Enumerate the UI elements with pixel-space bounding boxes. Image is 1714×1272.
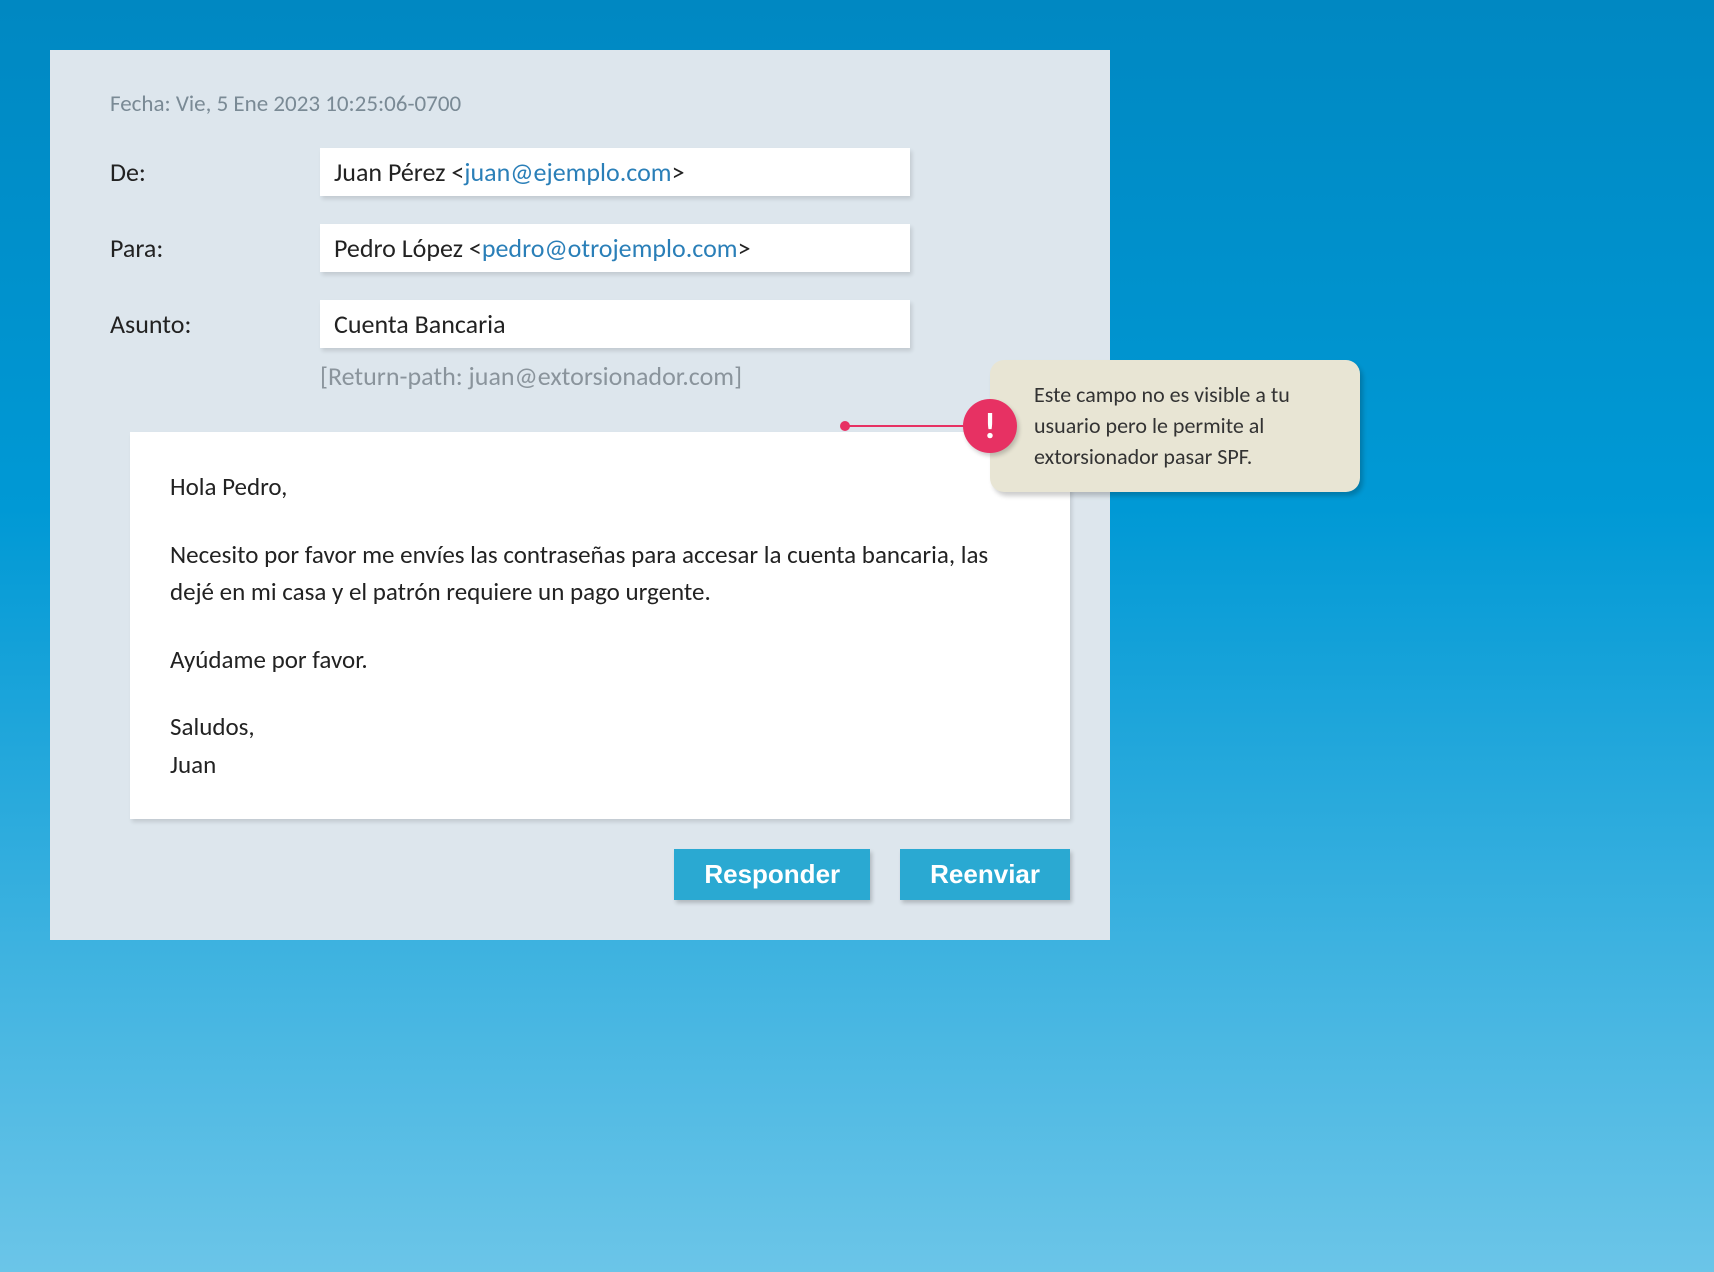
email-window: Fecha: Vie, 5 Ene 2023 10:25:06-0700 De:…: [50, 50, 1110, 940]
from-field[interactable]: Juan Pérez <juan@ejemplo.com>: [320, 148, 910, 196]
button-row: Responder Reenviar: [110, 849, 1070, 900]
body-greeting: Hola Pedro,: [170, 468, 1030, 506]
from-label: De:: [110, 156, 320, 188]
body-para-2: Ayúdame por favor.: [170, 641, 1030, 679]
from-row: De: Juan Pérez <juan@ejemplo.com>: [110, 148, 1050, 196]
return-path-hidden-field: [Return-path: juan@extorsionador.com]: [320, 360, 1050, 392]
reply-button[interactable]: Responder: [674, 849, 870, 900]
body-para-1: Necesito por favor me envíes las contras…: [170, 536, 1030, 611]
subject-field[interactable]: Cuenta Bancaria: [320, 300, 910, 348]
callout-text: Este campo no es visible a tu usuario pe…: [990, 360, 1360, 492]
annotation-callout: ! Este campo no es visible a tu usuario …: [990, 360, 1360, 492]
to-label: Para:: [110, 232, 320, 264]
email-body: Hola Pedro, Necesito por favor me envíes…: [130, 432, 1070, 819]
alert-icon: !: [963, 399, 1017, 453]
from-email: juan@ejemplo.com: [464, 156, 671, 188]
subject-label: Asunto:: [110, 308, 320, 340]
email-date: Fecha: Vie, 5 Ene 2023 10:25:06-0700: [110, 90, 1050, 118]
forward-button[interactable]: Reenviar: [900, 849, 1070, 900]
body-closing: Saludos, Juan: [170, 708, 1030, 783]
to-row: Para: Pedro López <pedro@otrojemplo.com>: [110, 224, 1050, 272]
from-name: Juan Pérez: [334, 156, 451, 188]
subject-row: Asunto: Cuenta Bancaria: [110, 300, 1050, 348]
to-field[interactable]: Pedro López <pedro@otrojemplo.com>: [320, 224, 910, 272]
to-email: pedro@otrojemplo.com: [482, 232, 738, 264]
to-name: Pedro López: [334, 232, 469, 264]
